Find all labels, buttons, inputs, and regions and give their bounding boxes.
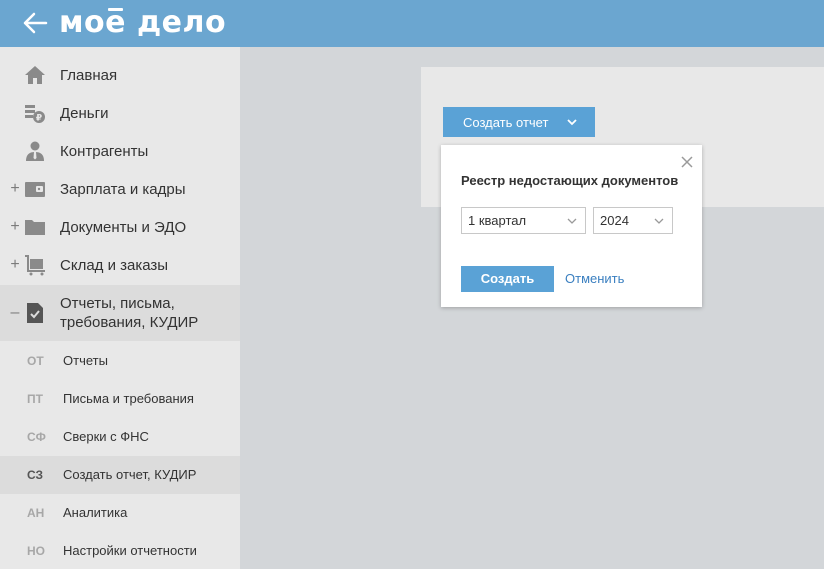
- sidebar-item-label: Склад и заказы: [60, 256, 169, 274]
- quarter-select[interactable]: 1 квартал: [461, 207, 586, 234]
- sidebar-item-contractors[interactable]: Контрагенты: [0, 132, 240, 170]
- sidebar: Главная ₽ Деньги Контрагенты + Зарплата …: [0, 47, 240, 569]
- subnav-abbr: НО: [27, 544, 45, 558]
- sidebar-item-documents[interactable]: + Документы и ЭДО: [0, 208, 240, 246]
- wallet-icon: [25, 182, 45, 197]
- sidebar-item-label: Главная: [60, 66, 118, 84]
- report-popup: Реестр недостающих документов 1 квартал …: [441, 145, 702, 307]
- year-select[interactable]: 2024: [593, 207, 673, 234]
- subnav-label: Сверки с ФНС: [63, 429, 149, 444]
- sidebar-item-warehouse[interactable]: + Склад и заказы: [0, 246, 240, 284]
- subnav-label: Аналитика: [63, 505, 128, 520]
- subnav-item-fns[interactable]: СФ Сверки с ФНС: [0, 418, 240, 456]
- sidebar-item-money[interactable]: ₽ Деньги: [0, 94, 240, 132]
- subnav-item-letters[interactable]: ПТ Письма и требования: [0, 380, 240, 418]
- logo-part-1: мо: [59, 5, 106, 40]
- expand-icon[interactable]: +: [9, 256, 21, 274]
- logo-part-3: дело: [126, 5, 227, 40]
- subnav-label: Настройки отчетности: [63, 543, 197, 558]
- logo[interactable]: мо е дело: [59, 5, 226, 40]
- sidebar-item-label: Документы и ЭДО: [60, 218, 187, 236]
- folder-icon: [25, 220, 45, 235]
- sidebar-item-label: Контрагенты: [60, 142, 149, 160]
- sidebar-item-label: Деньги: [60, 104, 109, 122]
- subnav-item-reports[interactable]: ОТ Отчеты: [0, 342, 240, 380]
- contractors-icon: [26, 141, 44, 161]
- expand-icon[interactable]: +: [9, 180, 21, 198]
- close-icon[interactable]: [681, 156, 693, 168]
- popup-title: Реестр недостающих документов: [461, 173, 679, 188]
- create-report-label: Создать отчет: [463, 114, 549, 130]
- subnav-label: Отчеты: [63, 353, 108, 368]
- subnav-item-create-report[interactable]: СЗ Создать отчет, КУДИР: [0, 456, 240, 494]
- subnav-item-settings[interactable]: НО Настройки отчетности: [0, 532, 240, 569]
- create-report-button[interactable]: Создать отчет: [443, 107, 595, 137]
- subnav-abbr: СЗ: [27, 468, 44, 482]
- chevron-down-icon: [567, 119, 577, 126]
- subnav-abbr: АН: [27, 506, 45, 520]
- home-icon: [25, 66, 45, 84]
- collapse-icon[interactable]: –: [9, 304, 21, 322]
- subnav-label: Создать отчет, КУДИР: [63, 467, 197, 482]
- sidebar-item-reports[interactable]: – Отчеты, письма, требования, КУДИР: [0, 285, 240, 341]
- money-icon: ₽: [25, 105, 45, 124]
- report-doc-icon: [27, 303, 43, 323]
- cancel-link[interactable]: Отменить: [565, 271, 624, 286]
- subnav-label: Письма и требования: [63, 391, 194, 406]
- create-button[interactable]: Создать: [461, 266, 554, 292]
- year-value: 2024: [600, 213, 629, 228]
- chevron-down-icon: [654, 218, 664, 224]
- svg-text:₽: ₽: [36, 114, 42, 124]
- subnav-item-analytics[interactable]: АН Аналитика: [0, 494, 240, 532]
- sidebar-item-home[interactable]: Главная: [0, 56, 240, 94]
- subnav-abbr: ПТ: [27, 392, 43, 406]
- expand-icon[interactable]: +: [9, 218, 21, 236]
- sidebar-item-salary[interactable]: + Зарплата и кадры: [0, 170, 240, 208]
- subnav-abbr: ОТ: [27, 354, 44, 368]
- chevron-down-icon: [567, 218, 577, 224]
- sidebar-item-label: Зарплата и кадры: [60, 180, 186, 198]
- top-bar: мо е дело: [0, 0, 824, 47]
- quarter-value: 1 квартал: [468, 213, 527, 228]
- warehouse-icon: [25, 255, 45, 276]
- sidebar-item-label: Отчеты, письма, требования, КУДИР: [60, 295, 199, 331]
- back-arrow-icon[interactable]: [22, 10, 48, 36]
- subnav-abbr: СФ: [27, 430, 46, 444]
